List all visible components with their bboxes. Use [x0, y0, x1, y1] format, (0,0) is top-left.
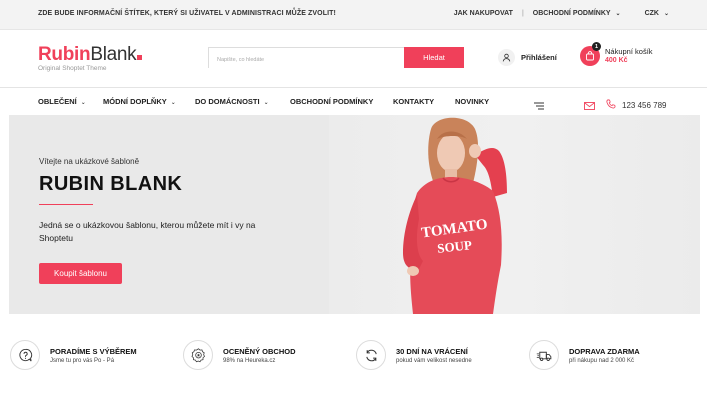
benefit-title: 30 DNÍ NA VRÁCENÍ — [396, 346, 468, 356]
cart-label: Nákupní košík — [605, 47, 653, 56]
top-info-bar: ZDE BUDE INFORMAČNÍ ŠTÍTEK, KTERÝ SI UŽI… — [0, 0, 707, 30]
menu-icon[interactable] — [534, 97, 544, 115]
cart-count-badge: 1 — [592, 42, 601, 51]
nav-item-news[interactable]: NOVINKY — [455, 97, 489, 106]
mail-icon[interactable] — [584, 97, 595, 115]
login-label: Přihlášení — [521, 53, 557, 62]
logo[interactable]: RubinBlank Original Shoptet Theme — [38, 44, 143, 72]
info-notice: ZDE BUDE INFORMAČNÍ ŠTÍTEK, KTERÝ SI UŽI… — [38, 10, 336, 17]
cart-price: 400 Kč — [605, 57, 628, 64]
nav-item-label: KONTAKTY — [393, 97, 435, 106]
logo-text-rubin: Rubin — [38, 44, 91, 65]
chevron-down-icon: ⌄ — [263, 100, 269, 106]
shopping-bag-icon: 1 — [580, 42, 601, 66]
nav-item-label: MÓDNÍ DOPLŇKY — [103, 97, 167, 106]
benefit-title: PORADÍME S VÝBĚREM — [50, 346, 137, 356]
hero-title: RUBIN BLANK — [39, 173, 183, 195]
nav-item-accessories[interactable]: MÓDNÍ DOPLŇKY ⌄ — [103, 97, 176, 106]
currency-label: CZK — [644, 10, 659, 17]
logo-text-blank: Blank — [90, 44, 137, 65]
chevron-down-icon: ⌄ — [615, 11, 621, 17]
logo-dot — [137, 55, 143, 60]
chevron-down-icon: ⌄ — [80, 100, 86, 106]
question-bubble-icon — [10, 340, 40, 370]
chevron-down-icon: ⌄ — [170, 100, 176, 106]
benefit-title: OCENĚNÝ OBCHOD — [223, 346, 296, 356]
login-button[interactable]: Přihlášení — [498, 49, 557, 66]
chevron-down-icon: ⌄ — [663, 11, 669, 17]
link-terms-label: OBCHODNÍ PODMÍNKY — [532, 10, 611, 17]
phone-contact[interactable]: 123 456 789 — [606, 96, 667, 114]
nav-item-label: OBCHODNÍ PODMÍNKY — [290, 97, 374, 106]
hero-divider — [39, 204, 93, 205]
award-badge-icon — [183, 340, 213, 370]
benefit-advice: PORADÍME S VÝBĚREM Jsme tu pro vás Po - … — [10, 340, 137, 370]
nav-item-contacts[interactable]: KONTAKTY — [393, 97, 434, 106]
main-navigation: OBLEČENÍ ⌄ MÓDNÍ DOPLŇKY ⌄ DO DOMÁCNOSTI ⌄ … — [0, 88, 707, 115]
site-header: RubinBlank Original Shoptet Theme Hledat… — [0, 30, 707, 88]
nav-item-terms[interactable]: OBCHODNÍ PODMÍNKY — [290, 97, 373, 106]
refresh-arrows-icon — [356, 340, 386, 370]
benefit-subtitle: při nákupu nad 2 000 Kč — [569, 357, 635, 364]
link-terms-dropdown[interactable]: OBCHODNÍ PODMÍNKY ⌄ — [533, 10, 621, 17]
phone-number: 123 456 789 — [622, 100, 667, 110]
nav-item-label: DO DOMÁCNOSTI — [195, 97, 260, 106]
hero-banner: TOMATO SOUP Vítejte na ukázkové šabloně … — [9, 115, 700, 314]
currency-select[interactable]: CZK ⌄ — [645, 10, 669, 17]
benefit-free-shipping: DOPRAVA ZDARMA při nákupu nad 2 000 Kč — [529, 340, 640, 370]
search-button[interactable]: Hledat — [404, 47, 464, 68]
benefit-returns: 30 DNÍ NA VRÁCENÍ pokud vám velikost nes… — [356, 340, 472, 370]
search-box — [208, 47, 404, 70]
link-how-to-buy[interactable]: JAK NAKUPOVAT — [454, 10, 513, 17]
hero-model-image: TOMATO SOUP — [403, 117, 507, 314]
nav-item-home[interactable]: DO DOMÁCNOSTI ⌄ — [195, 97, 269, 106]
benefits-bar: PORADÍME S VÝBĚREM Jsme tu pro vás Po - … — [0, 340, 707, 380]
phone-icon — [606, 96, 616, 114]
hero-description: Jedná se o ukázkovou šablonu, kterou můž… — [39, 220, 256, 243]
nav-item-label: OBLEČENÍ — [38, 97, 77, 106]
logo-subtitle: Original Shoptet Theme — [38, 65, 107, 72]
hero-greeting: Vítejte na ukázkové šabloně — [39, 157, 140, 166]
top-links: JAK NAKUPOVAT | OBCHODNÍ PODMÍNKY ⌄ CZK ⌄ — [454, 10, 669, 17]
user-icon — [498, 49, 515, 66]
nav-item-label: NOVINKY — [455, 97, 490, 106]
link-separator: | — [521, 10, 524, 17]
benefit-title: DOPRAVA ZDARMA — [569, 346, 640, 356]
nav-item-clothing[interactable]: OBLEČENÍ ⌄ — [38, 97, 86, 106]
benefit-awarded-shop: OCENĚNÝ OBCHOD 98% na Heureka.cz — [183, 340, 296, 370]
delivery-truck-icon — [529, 340, 559, 370]
search-input[interactable] — [209, 50, 404, 70]
buy-template-button[interactable]: Koupit šablonu — [39, 263, 122, 284]
benefit-subtitle: 98% na Heureka.cz — [223, 357, 276, 364]
benefit-subtitle: Jsme tu pro vás Po - Pá — [50, 357, 115, 364]
cart-button[interactable]: 1 Nákupní košík 400 Kč — [580, 42, 653, 66]
benefit-subtitle: pokud vám velikost nesedne — [396, 357, 472, 364]
